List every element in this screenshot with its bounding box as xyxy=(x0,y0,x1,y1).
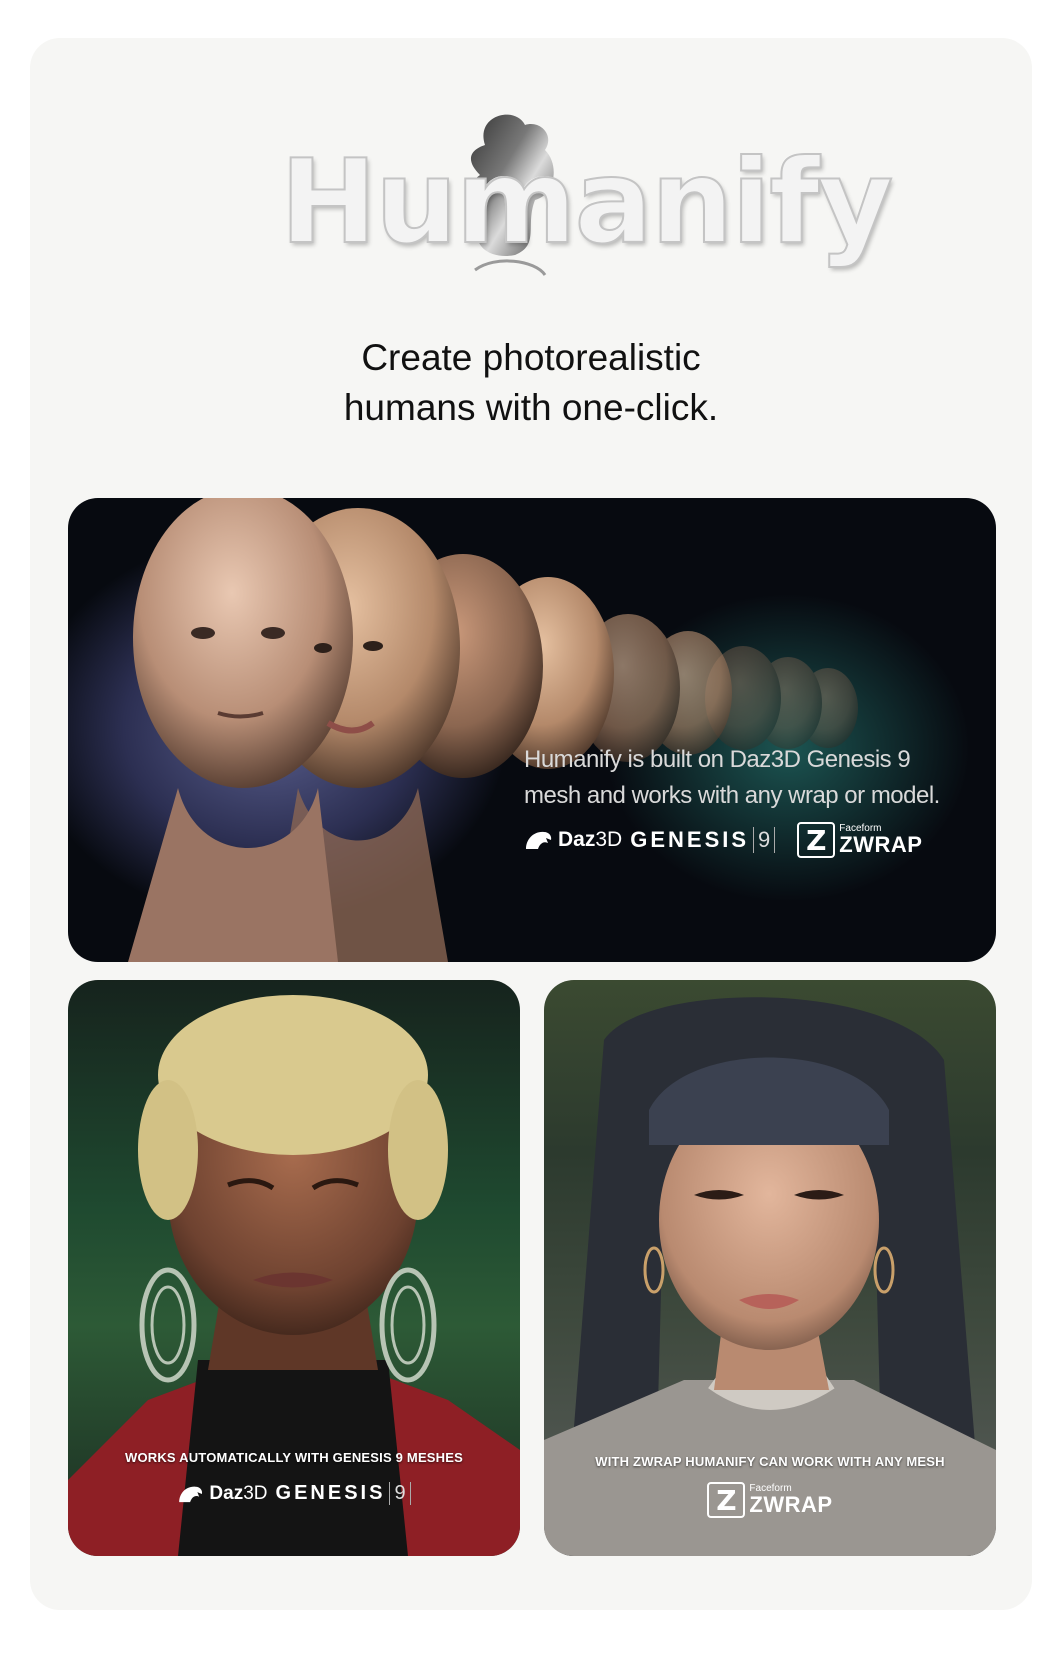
partner-logos: Daz 3D GENESIS 9 Z Faceform ZWRAP xyxy=(524,820,922,860)
daz-suffix: 3D xyxy=(595,828,623,851)
zwrap-z-icon: Z xyxy=(707,1482,746,1518)
daz3d-genesis-logo-small: Daz 3D GENESIS 9 xyxy=(68,1482,520,1505)
genesis-label: GENESIS xyxy=(275,1482,386,1504)
tagline-line-1: Create photorealistic xyxy=(361,337,701,378)
daz3d-genesis-logo: Daz 3D GENESIS 9 xyxy=(524,827,776,853)
daz-name: Daz xyxy=(209,1482,244,1504)
genesis-version: 9 xyxy=(389,1482,411,1505)
genesis-version: 9 xyxy=(753,827,776,853)
logo-wordmark: Humanify xyxy=(279,134,894,271)
hero-line-1: Humanify is built on Daz3D Genesis 9 xyxy=(524,746,911,773)
daz-horse-icon xyxy=(526,831,552,849)
zwrap-caption: WITH ZWRAP HUMANIFY CAN WORK WITH ANY ME… xyxy=(595,1454,945,1469)
genesis-caption: WORKS AUTOMATICALLY WITH GENESIS 9 MESHE… xyxy=(124,1450,464,1465)
zwrap-portrait-card: WITH ZWRAP HUMANIFY CAN WORK WITH ANY ME… xyxy=(544,980,996,1556)
zwrap-label: ZWRAP xyxy=(839,832,923,857)
genesis-label: GENESIS xyxy=(630,827,750,852)
daz-suffix: 3D xyxy=(243,1482,268,1504)
hero-line-2: mesh and works with any wrap or model. xyxy=(524,782,940,809)
hero-description: Humanify is built on Daz3D Genesis 9 mes… xyxy=(524,742,964,814)
person-portrait-right xyxy=(544,997,996,1556)
zwrap-z-icon: Z xyxy=(797,822,836,858)
zwrap-logo: Z Faceform ZWRAP xyxy=(797,822,922,858)
daz-name: Daz xyxy=(558,828,596,851)
tagline: Create photorealistic humans with one-cl… xyxy=(0,333,1062,433)
humanify-logo: Humanify xyxy=(240,95,894,295)
genesis-portrait-card: WORKS AUTOMATICALLY WITH GENESIS 9 MESHE… xyxy=(68,980,520,1556)
hero-image-panel: Humanify is built on Daz3D Genesis 9 mes… xyxy=(68,498,996,962)
zwrap-label: ZWRAP xyxy=(749,1492,833,1517)
person-portrait-left xyxy=(68,995,520,1556)
tagline-line-2: humans with one-click. xyxy=(343,387,719,428)
daz-horse-icon xyxy=(179,1486,203,1502)
zwrap-logo-small: Z Faceform ZWRAP xyxy=(544,1482,996,1518)
face-row-image xyxy=(128,498,858,962)
